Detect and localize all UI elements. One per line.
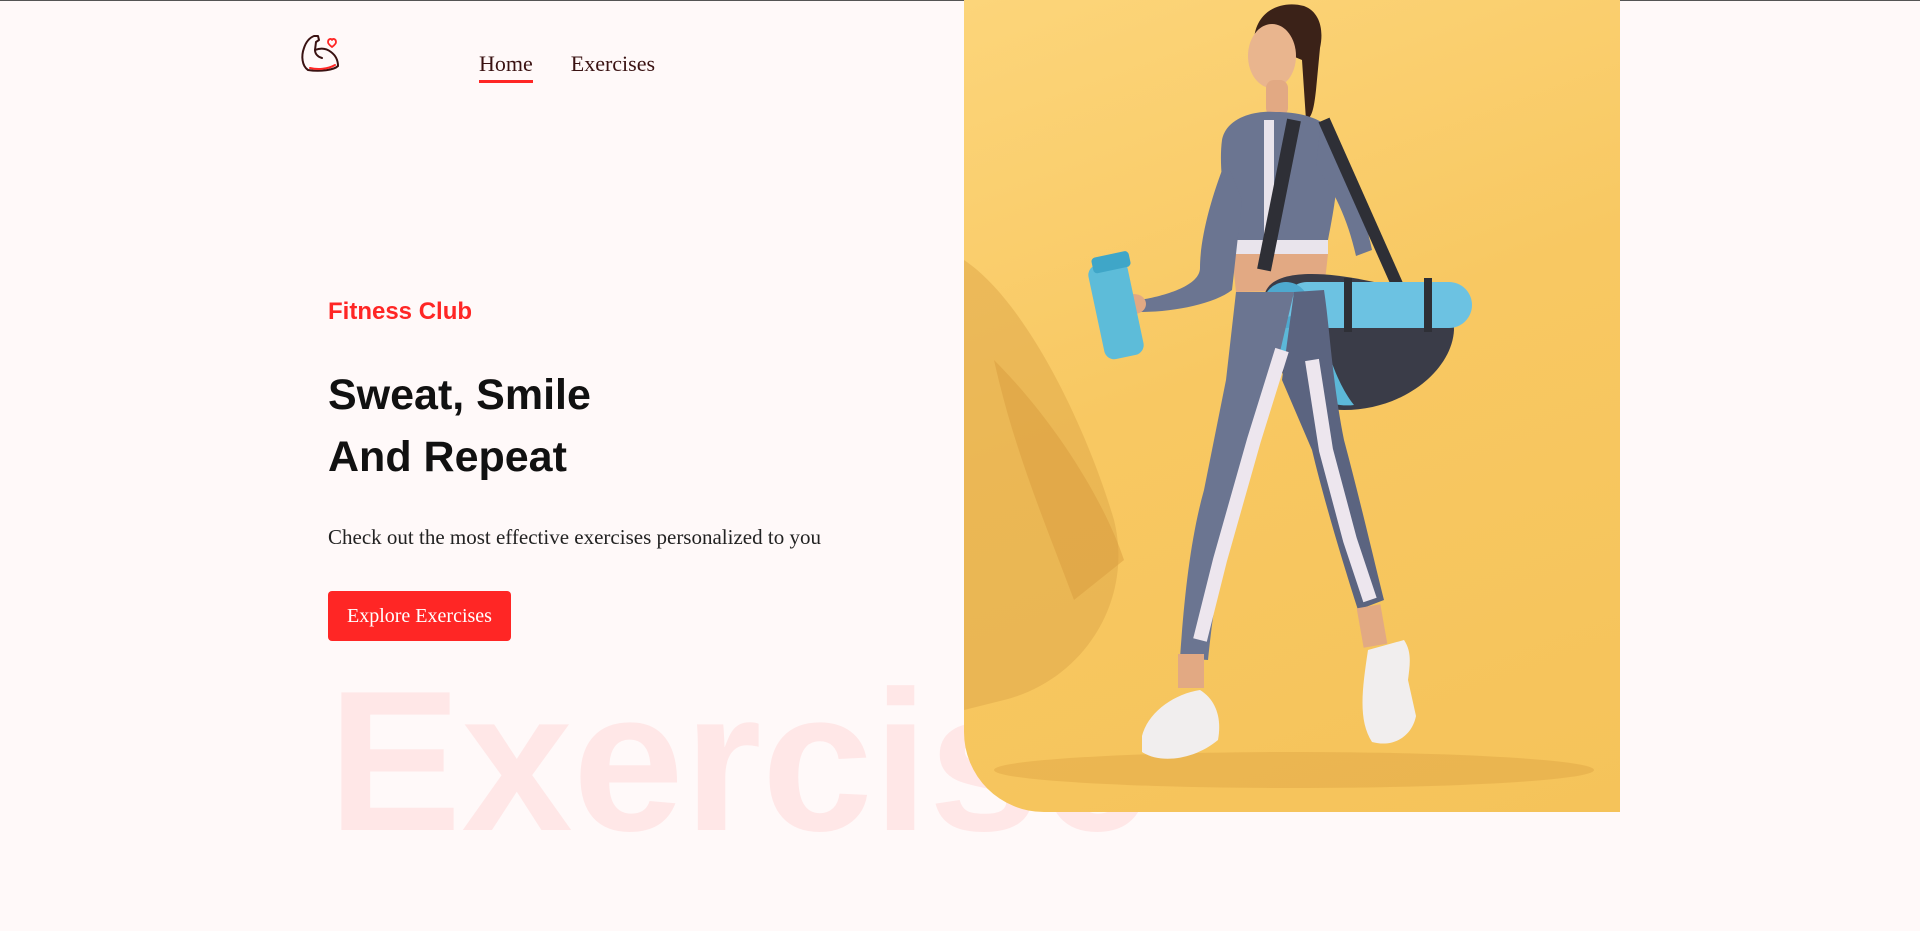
hero-headline-line1: Sweat, Smile [328,371,591,419]
nav-home-link[interactable]: Home [479,50,533,83]
explore-exercises-button[interactable]: Explore Exercises [328,591,511,641]
logo[interactable] [298,30,346,78]
hero-section: Fitness Club Sweat, Smile And Repeat Che… [328,296,821,641]
hero-subtext: Check out the most effective exercises p… [328,525,821,549]
nav-exercises-link[interactable]: Exercises [571,50,655,80]
woman-walking-with-yoga-mat-illustration [964,4,1594,788]
top-border [0,0,1920,1]
main-nav: Home Exercises [479,50,655,83]
flexed-arm-heart-icon [301,35,339,72]
hero-eyebrow: Fitness Club [328,298,473,325]
hero-banner-image [964,0,1620,812]
hero-headline-line2: And Repeat [328,433,567,481]
